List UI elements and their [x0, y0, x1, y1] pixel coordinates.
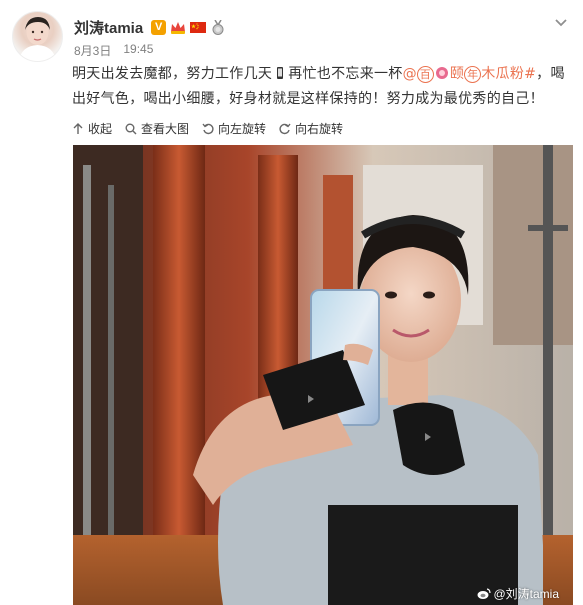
- brand-logo-icon: [435, 64, 449, 79]
- weibo-post-card: 刘涛tamia V 8月3日 19:45 明天出发去魔都，努力工作几天 再忙也不…: [0, 0, 583, 605]
- verified-badge[interactable]: V: [151, 20, 167, 35]
- weibo-logo-icon: [477, 587, 492, 599]
- image-actions-bar: 收起 查看大图 向左旋转 向右旋转: [72, 120, 343, 137]
- user-line: 刘涛tamia V: [74, 17, 226, 38]
- post-text: 明天出发去魔都，努力工作几天 再忙也不忘来一杯@ 百颐年木瓜粉#，喝出好气色，喝出小…: [72, 62, 572, 112]
- post-menu-chevron-down-icon[interactable]: [553, 14, 569, 30]
- rotate-right-label: 向右旋转: [295, 122, 344, 136]
- topic-link[interactable]: @ 百颐年木瓜粉#: [402, 64, 537, 83]
- rotate-left-icon: [202, 123, 214, 134]
- china-flag-icon[interactable]: [190, 20, 207, 35]
- rotate-left-button[interactable]: 向左旋转: [202, 120, 266, 137]
- view-large-label: 查看大图: [141, 122, 190, 136]
- collapse-label: 收起: [88, 122, 113, 136]
- avatar[interactable]: [12, 11, 63, 62]
- gym-selfie-image: [73, 145, 573, 605]
- crown-badge-icon[interactable]: [170, 20, 186, 35]
- topic-brand-2: 颐: [449, 66, 465, 82]
- post-text-part1: 明天出发去魔都，努力工作几天: [72, 66, 273, 82]
- phone-emoji-icon: [273, 64, 287, 79]
- photo-watermark: @刘涛tamia: [477, 585, 559, 602]
- medal-icon[interactable]: [210, 19, 226, 35]
- collapse-button[interactable]: 收起: [72, 120, 112, 137]
- post-date[interactable]: 8月3日: [74, 42, 111, 59]
- rotate-left-label: 向左旋转: [218, 122, 267, 136]
- view-large-button[interactable]: 查看大图: [125, 120, 189, 137]
- topic-at: @: [402, 66, 417, 82]
- topic-brand-1: 百: [416, 66, 434, 83]
- rotate-right-button[interactable]: 向右旋转: [279, 120, 343, 137]
- topic-brand-3: 年: [464, 66, 482, 83]
- watermark-text: @刘涛tamia: [493, 587, 559, 601]
- post-text-part2: 再忙也不忘来一杯: [288, 66, 403, 82]
- topic-tail: 木瓜粉#: [481, 66, 537, 82]
- rotate-right-icon: [279, 123, 291, 134]
- post-photo[interactable]: @刘涛tamia: [73, 145, 573, 605]
- post-meta: 8月3日 19:45: [74, 42, 153, 59]
- username[interactable]: 刘涛tamia: [74, 17, 143, 38]
- magnifier-icon: [125, 123, 137, 134]
- collapse-up-arrow-icon: [73, 122, 83, 134]
- post-time: 19:45: [123, 42, 154, 56]
